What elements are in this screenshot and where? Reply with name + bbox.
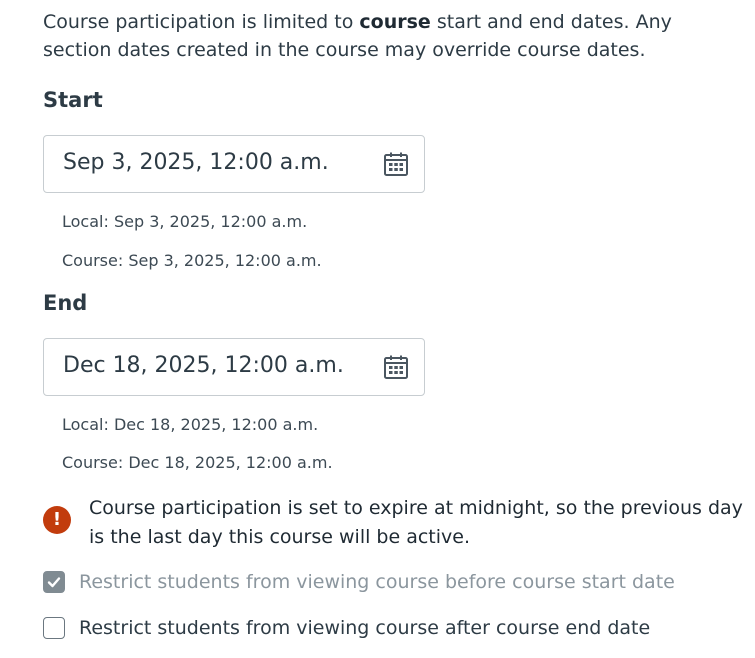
restrict-after-end-label: Restrict students from viewing course af… <box>79 617 651 639</box>
restrict-before-start-option[interactable]: Restrict students from viewing course be… <box>43 571 675 593</box>
restrict-after-end-option[interactable]: Restrict students from viewing course af… <box>43 617 650 639</box>
warning-message: Course participation is set to expire at… <box>89 497 743 548</box>
end-course-hint: Course: Dec 18, 2025, 12:00 a.m. <box>62 453 333 472</box>
restrict-before-start-checkbox[interactable] <box>43 571 65 593</box>
start-date-value: Sep 3, 2025, 12:00 a.m. <box>63 150 329 175</box>
intro-bold-word: course <box>359 11 431 33</box>
end-local-hint: Local: Dec 18, 2025, 12:00 a.m. <box>62 415 319 434</box>
calendar-icon <box>384 152 408 176</box>
end-calendar-button[interactable] <box>382 353 410 381</box>
checkmark-icon <box>47 577 61 588</box>
calendar-icon <box>384 355 408 379</box>
intro-prefix: Course participation is limited to <box>43 11 360 33</box>
start-course-hint: Course: Sep 3, 2025, 12:00 a.m. <box>62 251 322 270</box>
end-date-value: Dec 18, 2025, 12:00 a.m. <box>63 353 344 378</box>
end-label: End <box>43 291 88 315</box>
restrict-before-start-label: Restrict students from viewing course be… <box>79 571 675 593</box>
end-date-input[interactable]: Dec 18, 2025, 12:00 a.m. <box>43 338 425 396</box>
warning-icon: ! <box>43 506 71 534</box>
start-date-input[interactable]: Sep 3, 2025, 12:00 a.m. <box>43 135 425 193</box>
course-dates-description: Course participation is limited to cours… <box>43 8 743 64</box>
start-calendar-button[interactable] <box>382 150 410 178</box>
start-local-hint: Local: Sep 3, 2025, 12:00 a.m. <box>62 212 308 231</box>
restrict-after-end-checkbox[interactable] <box>43 617 65 639</box>
start-label: Start <box>43 88 103 112</box>
